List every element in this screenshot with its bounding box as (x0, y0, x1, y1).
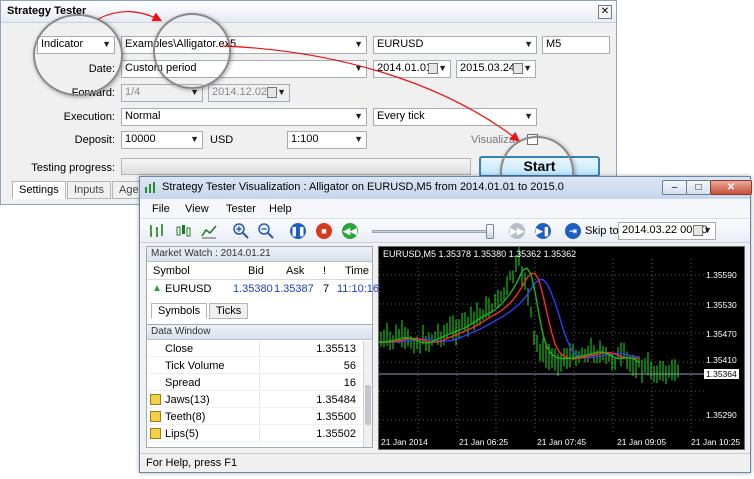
menu-view[interactable]: View (185, 203, 209, 215)
indicator-icon (150, 428, 161, 439)
table-row[interactable]: ▲ EURUSD 1.35380 1.35387 7 11:10:16 (147, 281, 379, 298)
viz-titlebar: Strategy Tester Visualization : Alligato… (140, 177, 752, 199)
row-bid: 1.35380 (233, 283, 273, 295)
price-chart[interactable]: EURUSD,M5 1.35378 1.35380 1.35362 1.3536… (378, 246, 745, 450)
pause-button[interactable]: ❚❚ (290, 223, 306, 239)
dw-value: 16 (343, 377, 356, 389)
step-forward-button[interactable]: ▶❚ (535, 223, 551, 239)
dw-value: 1.35502 (316, 428, 356, 440)
col-time[interactable]: Time (345, 265, 369, 277)
up-arrow-icon: ▲ (152, 283, 162, 294)
price-label: 1.35590 (706, 270, 737, 280)
menu-bar: File View Tester Help (140, 199, 750, 219)
minimize-button[interactable]: – (662, 180, 687, 195)
time-label: 21 Jan 10:25 (691, 437, 741, 447)
status-text: For Help, press F1 (146, 457, 238, 469)
list-item: Tick Volume 56 (147, 358, 362, 375)
viz-toolbar: ❚❚ ■ ◀◀ ▶▶ ▶❚ ⇥ Skip to 2014.03.22 00:00… (140, 219, 750, 243)
chart-bars (380, 247, 679, 385)
speed-up-button[interactable]: ▶▶ (509, 223, 525, 239)
menu-file[interactable]: File (152, 203, 170, 215)
menu-tester[interactable]: Tester (226, 203, 256, 215)
zoom-in-icon[interactable] (232, 222, 250, 240)
dw-value: 1.35513 (316, 343, 356, 355)
dw-value: 1.35500 (316, 411, 356, 423)
arrow-to-file (97, 10, 163, 22)
current-price-label: 1.35364 (704, 369, 739, 379)
list-item: Teeth(8) 1.35500 (147, 409, 362, 426)
col-spread[interactable]: ! (323, 265, 326, 277)
time-label: 21 Jan 06:25 (459, 437, 509, 447)
row-ask: 1.35387 (274, 283, 314, 295)
data-window-panel: Data Window Close 1.35513 Tick Volume 56 S… (146, 324, 373, 448)
skip-to-label: Skip to (585, 225, 619, 237)
data-window-scrollbar[interactable] (363, 341, 372, 447)
speed-slider-thumb[interactable] (486, 224, 494, 239)
indicator-icon (150, 411, 161, 422)
dw-name: Tick Volume (165, 360, 225, 372)
tab-ticks[interactable]: Ticks (209, 303, 249, 319)
time-label: 21 Jan 07:45 (537, 437, 587, 447)
menu-help[interactable]: Help (269, 203, 292, 215)
row-time: 11:10:16 (337, 283, 380, 295)
market-watch-header: Market Watch : 2014.01.21 (147, 247, 372, 262)
arrow-to-start (221, 45, 520, 142)
chart-canvas (379, 247, 705, 433)
time-label: 21 Jan 09:05 (617, 437, 667, 447)
tab-symbols[interactable]: Symbols (151, 303, 208, 319)
speed-slider-track[interactable] (372, 230, 490, 233)
stop-button[interactable]: ■ (316, 223, 332, 239)
col-ask[interactable]: Ask (286, 265, 304, 277)
chart-header: EURUSD,M5 1.35378 1.35380 1.35362 1.3536… (383, 249, 577, 259)
bar-chart-icon[interactable] (148, 222, 166, 240)
close-button[interactable]: ✕ (710, 180, 752, 195)
data-window-rows: Close 1.35513 Tick Volume 56 Spread 16 Jaws… (147, 341, 362, 447)
slow-down-button[interactable]: ◀◀ (342, 223, 358, 239)
maximize-button[interactable]: □ (686, 180, 711, 195)
list-item: Lips(5) 1.35502 (147, 426, 362, 443)
tab-ticks-label: Ticks (216, 305, 242, 317)
col-bid[interactable]: Bid (248, 265, 264, 277)
row-symbol: EURUSD (165, 283, 212, 295)
skip-to-datetime[interactable]: 2014.03.22 00:00 ▼ (618, 222, 716, 240)
line-chart-icon[interactable] (200, 222, 218, 240)
dw-name: Close (165, 343, 194, 355)
tab-symbols-label: Symbols (158, 305, 201, 317)
calendar-icon (693, 225, 703, 236)
dw-name: Lips(5) (165, 428, 199, 440)
candlestick-icon[interactable] (174, 222, 192, 240)
price-label: 1.35290 (706, 410, 737, 420)
list-item: Jaws(13) 1.35484 (147, 392, 362, 409)
dw-value: 56 (343, 360, 356, 372)
dw-value: 1.35484 (316, 394, 356, 406)
status-bar: For Help, press F1 (140, 453, 750, 472)
list-item: Spread 16 (147, 375, 362, 392)
col-symbol[interactable]: Symbol (153, 265, 190, 277)
zoom-out-icon[interactable] (257, 222, 275, 240)
list-item: Close 1.35513 (147, 341, 362, 358)
dw-name: Teeth(8) (165, 411, 206, 423)
time-label: 21 Jan 2014 (381, 437, 428, 447)
skip-to-icon[interactable]: ⇥ (565, 223, 581, 239)
price-label: 1.35410 (706, 355, 737, 365)
dw-name: Jaws(13) (165, 394, 210, 406)
tester-app-icon (145, 182, 155, 193)
market-watch-columns: Symbol Bid Ask ! Time (147, 263, 372, 280)
row-spread: 7 (323, 283, 330, 295)
chart-grid (379, 259, 705, 433)
price-label: 1.35530 (706, 300, 737, 310)
dw-name: Spread (165, 377, 201, 389)
price-label: 1.35470 (706, 329, 737, 339)
visualization-window: Strategy Tester Visualization : Alligato… (139, 176, 752, 473)
viz-title: Strategy Tester Visualization : Alligato… (162, 181, 564, 193)
indicator-icon (150, 394, 161, 405)
data-window-header: Data Window (147, 325, 372, 340)
